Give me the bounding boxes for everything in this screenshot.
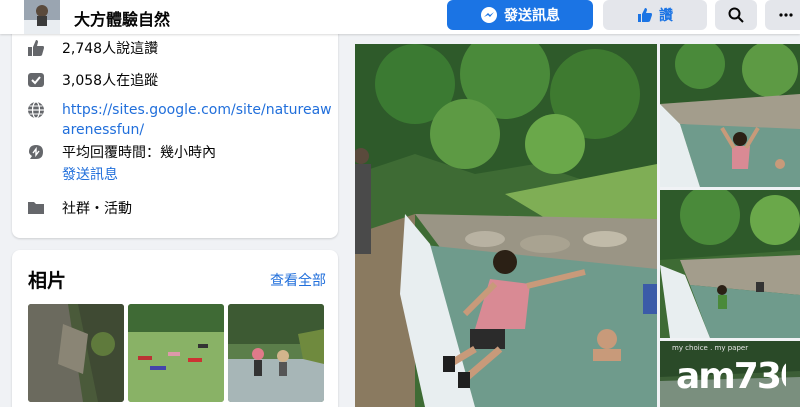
thumbs-up-icon (638, 8, 652, 22)
page-name[interactable]: 大方體驗自然 (74, 6, 170, 30)
likes-row: 2,748人說這讚 (26, 38, 158, 58)
like-button[interactable]: 讚 (603, 0, 707, 30)
globe-icon (26, 100, 46, 120)
main-photo[interactable] (355, 44, 657, 407)
photos-title: 相片 (28, 270, 67, 292)
followers-count: 3,058人在追蹤 (62, 73, 159, 89)
like-label: 讚 (659, 8, 673, 24)
page-category[interactable]: 社群・活動 (62, 198, 132, 218)
folder-icon (26, 198, 46, 218)
send-message-button[interactable]: 發送訊息 (447, 0, 593, 30)
response-row: 平均回覆時間：幾小時內 發送訊息 (26, 142, 216, 184)
messenger-icon (481, 7, 497, 23)
page-header: 大方體驗自然 發送訊息 讚 (0, 0, 800, 34)
more-button[interactable] (765, 0, 800, 30)
side-photo[interactable] (660, 44, 800, 187)
page-avatar[interactable] (24, 0, 60, 34)
more-dots-icon (779, 13, 793, 17)
see-all-photos-link[interactable]: 查看全部 (270, 270, 326, 290)
svg-text:am730: am730 (676, 356, 786, 397)
am730-logo: am730 (676, 356, 786, 397)
response-time-icon (26, 142, 46, 162)
follow-icon (26, 70, 46, 90)
response-time-text: 平均回覆時間：幾小時內 (62, 145, 216, 161)
photo-thumbnail[interactable] (28, 304, 124, 402)
category-row: 社群・活動 (26, 198, 132, 218)
photo-thumbnail[interactable] (228, 304, 324, 402)
send-message-label: 發送訊息 (504, 8, 560, 24)
send-message-link[interactable]: 發送訊息 (62, 164, 216, 184)
search-button[interactable] (715, 0, 757, 30)
website-row: https://sites.google.com/site/natureawar… (26, 100, 332, 140)
photos-card: 相片 查看全部 (12, 250, 338, 407)
search-icon (728, 7, 744, 23)
photo-thumbnail[interactable] (128, 304, 224, 402)
thumbs-up-icon (26, 38, 46, 58)
intro-card: 2,748人說這讚 3,058人在追蹤 https://sites.google… (12, 20, 338, 238)
followers-row: 3,058人在追蹤 (26, 70, 158, 90)
likes-count: 2,748人說這讚 (62, 41, 159, 57)
side-photo[interactable] (660, 190, 800, 338)
website-link[interactable]: https://sites.google.com/site/natureawar… (62, 100, 332, 140)
